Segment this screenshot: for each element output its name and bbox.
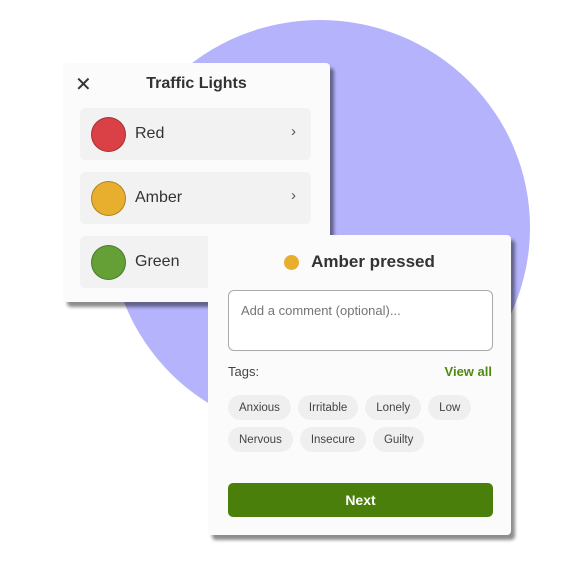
tag-chip[interactable]: Anxious <box>228 395 291 420</box>
view-all-link[interactable]: View all <box>445 364 492 379</box>
chevron-right-icon: › <box>291 123 296 140</box>
tag-chip[interactable]: Insecure <box>299 427 366 452</box>
tag-chip[interactable]: Nervous <box>228 427 293 452</box>
traffic-light-red[interactable]: Red › <box>80 108 311 160</box>
red-light-icon <box>91 116 126 152</box>
amber-dialog: Amber pressed Tags: View all Anxious Irr… <box>208 235 511 535</box>
item-label: Green <box>135 253 180 270</box>
chevron-right-icon: › <box>291 187 296 204</box>
item-label: Amber <box>135 189 183 206</box>
tag-chip[interactable]: Irritable <box>297 395 359 420</box>
amber-dot-icon <box>284 254 300 270</box>
tags-label: Tags: <box>228 364 260 379</box>
comment-input[interactable] <box>228 290 493 351</box>
next-button[interactable]: Next <box>228 483 493 517</box>
tag-chip[interactable]: Low <box>428 395 472 420</box>
tag-chip[interactable]: Guilty <box>372 427 425 452</box>
panel-title: Traffic Lights <box>146 75 247 92</box>
dialog-title-text: Amber pressed <box>311 252 435 271</box>
amber-light-icon <box>91 180 126 216</box>
item-label: Red <box>135 125 165 142</box>
traffic-light-amber[interactable]: Amber › <box>80 172 311 224</box>
tag-chip[interactable]: Lonely <box>365 395 422 420</box>
tag-list: Anxious Irritable Lonely Low Nervous Ins… <box>228 395 498 452</box>
dialog-title: Amber pressed <box>208 252 511 272</box>
green-light-icon <box>91 244 126 280</box>
